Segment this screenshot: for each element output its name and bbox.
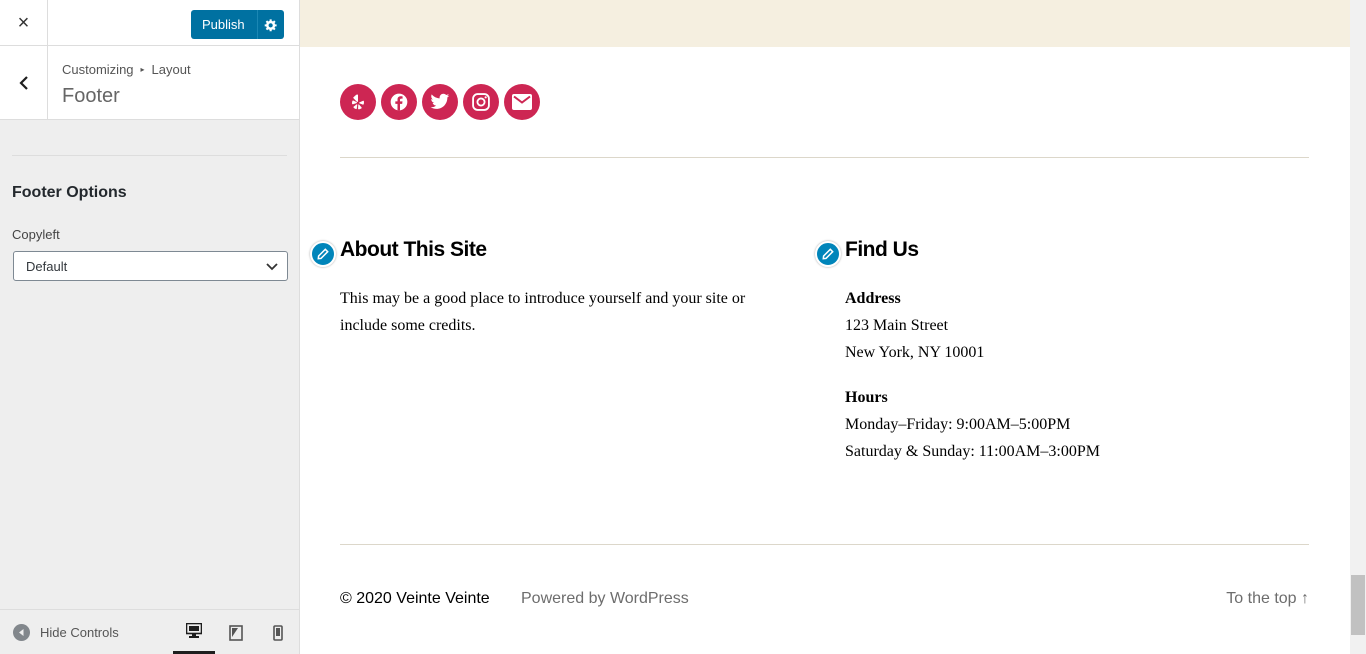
copyright-text: © 2020 Veinte Veinte	[340, 590, 490, 607]
breadcrumb-separator: ▸	[140, 65, 145, 74]
close-button[interactable]: ×	[0, 0, 48, 46]
to-the-top-link[interactable]: To the top ↑	[1226, 590, 1309, 608]
gear-icon	[264, 18, 277, 31]
customizer-sidebar: × Publish Customizing ▸ Layout Footer Fo…	[0, 0, 300, 654]
edit-widget-button[interactable]	[815, 241, 841, 267]
footer-divider-top	[340, 157, 1309, 158]
header-strip	[300, 0, 1350, 47]
find-us-widget-title: Find Us	[845, 238, 919, 261]
mail-icon[interactable]	[504, 84, 540, 120]
footer-options-heading: Footer Options	[12, 184, 127, 201]
hide-controls-label: Hide Controls	[40, 625, 119, 640]
customizer-footer: Hide Controls	[0, 609, 299, 654]
publish-settings-button[interactable]	[257, 10, 284, 39]
preview-tablet-button[interactable]	[215, 610, 257, 654]
about-text-line: This may be a good place to introduce yo…	[340, 290, 746, 307]
about-text-line: include some credits.	[340, 317, 476, 334]
arrow-left-circle-icon	[13, 624, 30, 641]
publish-button[interactable]: Publish	[191, 10, 284, 39]
address-heading: Address	[845, 290, 901, 307]
breadcrumb-root: Customizing	[62, 62, 134, 77]
chevron-down-icon	[266, 263, 278, 271]
twitter-icon[interactable]	[422, 84, 458, 120]
divider	[12, 155, 287, 156]
hours-line: Monday–Friday: 9:00AM–5:00PM	[845, 416, 1071, 433]
address-line: 123 Main Street	[845, 317, 949, 334]
instagram-icon[interactable]	[463, 84, 499, 120]
tablet-icon	[229, 624, 243, 641]
about-widget-text: This may be a good place to introduce yo…	[340, 285, 790, 339]
site-preview: About This Site This may be a good place…	[300, 0, 1350, 654]
preview-scrollbar-track[interactable]	[1350, 0, 1366, 654]
facebook-icon[interactable]	[381, 84, 417, 120]
social-menu	[340, 84, 540, 120]
about-widget-title: About This Site	[340, 238, 487, 261]
address-line: New York, NY 10001	[845, 344, 985, 361]
copyleft-select[interactable]: Default	[13, 251, 288, 281]
hide-controls-button[interactable]: Hide Controls	[13, 624, 119, 641]
powered-by-link[interactable]: Powered by WordPress	[521, 590, 689, 608]
section-title: Footer	[62, 85, 120, 107]
publish-label: Publish	[202, 17, 245, 32]
breadcrumb-parent: Layout	[151, 62, 191, 77]
yelp-icon[interactable]	[340, 84, 376, 120]
close-icon: ×	[17, 11, 30, 34]
copyleft-label: Copyleft	[12, 227, 60, 242]
footer-divider-bottom	[340, 544, 1309, 545]
hours-heading: Hours	[845, 389, 888, 406]
pencil-icon	[317, 248, 329, 260]
back-button[interactable]	[0, 46, 48, 119]
mobile-icon	[273, 624, 283, 641]
edit-widget-button[interactable]	[310, 241, 336, 267]
hours-line: Saturday & Sunday: 11:00AM–3:00PM	[845, 443, 1100, 460]
pencil-icon	[822, 248, 834, 260]
copyleft-select-value: Default	[26, 258, 68, 274]
breadcrumb: Customizing ▸ Layout	[62, 62, 191, 77]
chevron-left-icon	[18, 75, 28, 90]
desktop-icon	[186, 623, 202, 638]
preview-desktop-button[interactable]	[173, 610, 215, 654]
find-us-widget-text: Address 123 Main Street New York, NY 100…	[845, 285, 1265, 465]
preview-mobile-button[interactable]	[257, 610, 299, 654]
preview-scrollbar-thumb[interactable]	[1351, 575, 1365, 635]
customizer-header: × Publish	[0, 0, 299, 46]
section-header: Customizing ▸ Layout Footer	[0, 46, 299, 120]
